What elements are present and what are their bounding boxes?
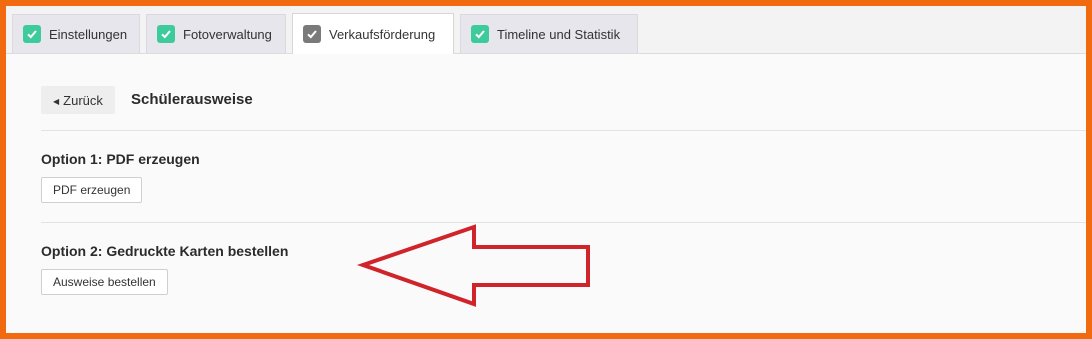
tab-fotoverwaltung[interactable]: Fotoverwaltung (146, 14, 286, 53)
pdf-erzeugen-button[interactable]: PDF erzeugen (41, 177, 143, 203)
divider (41, 130, 1086, 131)
caret-left-icon: ◀ (53, 96, 60, 106)
divider (41, 222, 1086, 223)
back-button[interactable]: ◀ Zurück (41, 86, 115, 114)
main-content: ◀ Zurück Schülerausweise Option 1: PDF e… (6, 54, 1086, 333)
option-2-title: Option 2: Gedruckte Karten bestellen (41, 243, 289, 259)
tab-label: Verkaufsförderung (329, 26, 436, 42)
option-1-title: Option 1: PDF erzeugen (41, 151, 200, 167)
tab-label: Fotoverwaltung (183, 26, 272, 42)
check-icon (157, 25, 175, 43)
screenshot-frame: Einstellungen Fotoverwaltung Verkaufsför… (0, 0, 1092, 339)
ausweise-bestellen-button[interactable]: Ausweise bestellen (41, 269, 168, 295)
tab-verkaufsfoerderung[interactable]: Verkaufsförderung (292, 13, 454, 54)
tab-bar: Einstellungen Fotoverwaltung Verkaufsför… (6, 6, 1086, 54)
tab-label: Einstellungen (49, 26, 128, 42)
back-button-label: Zurück (63, 92, 103, 108)
check-icon (471, 25, 489, 43)
check-icon (23, 25, 41, 43)
tab-timeline-und-statistik[interactable]: Timeline und Statistik (460, 14, 638, 53)
tab-einstellungen[interactable]: Einstellungen (12, 14, 140, 53)
page-title: Schülerausweise (131, 91, 253, 108)
check-icon (303, 25, 321, 43)
tab-label: Timeline und Statistik (497, 26, 621, 42)
